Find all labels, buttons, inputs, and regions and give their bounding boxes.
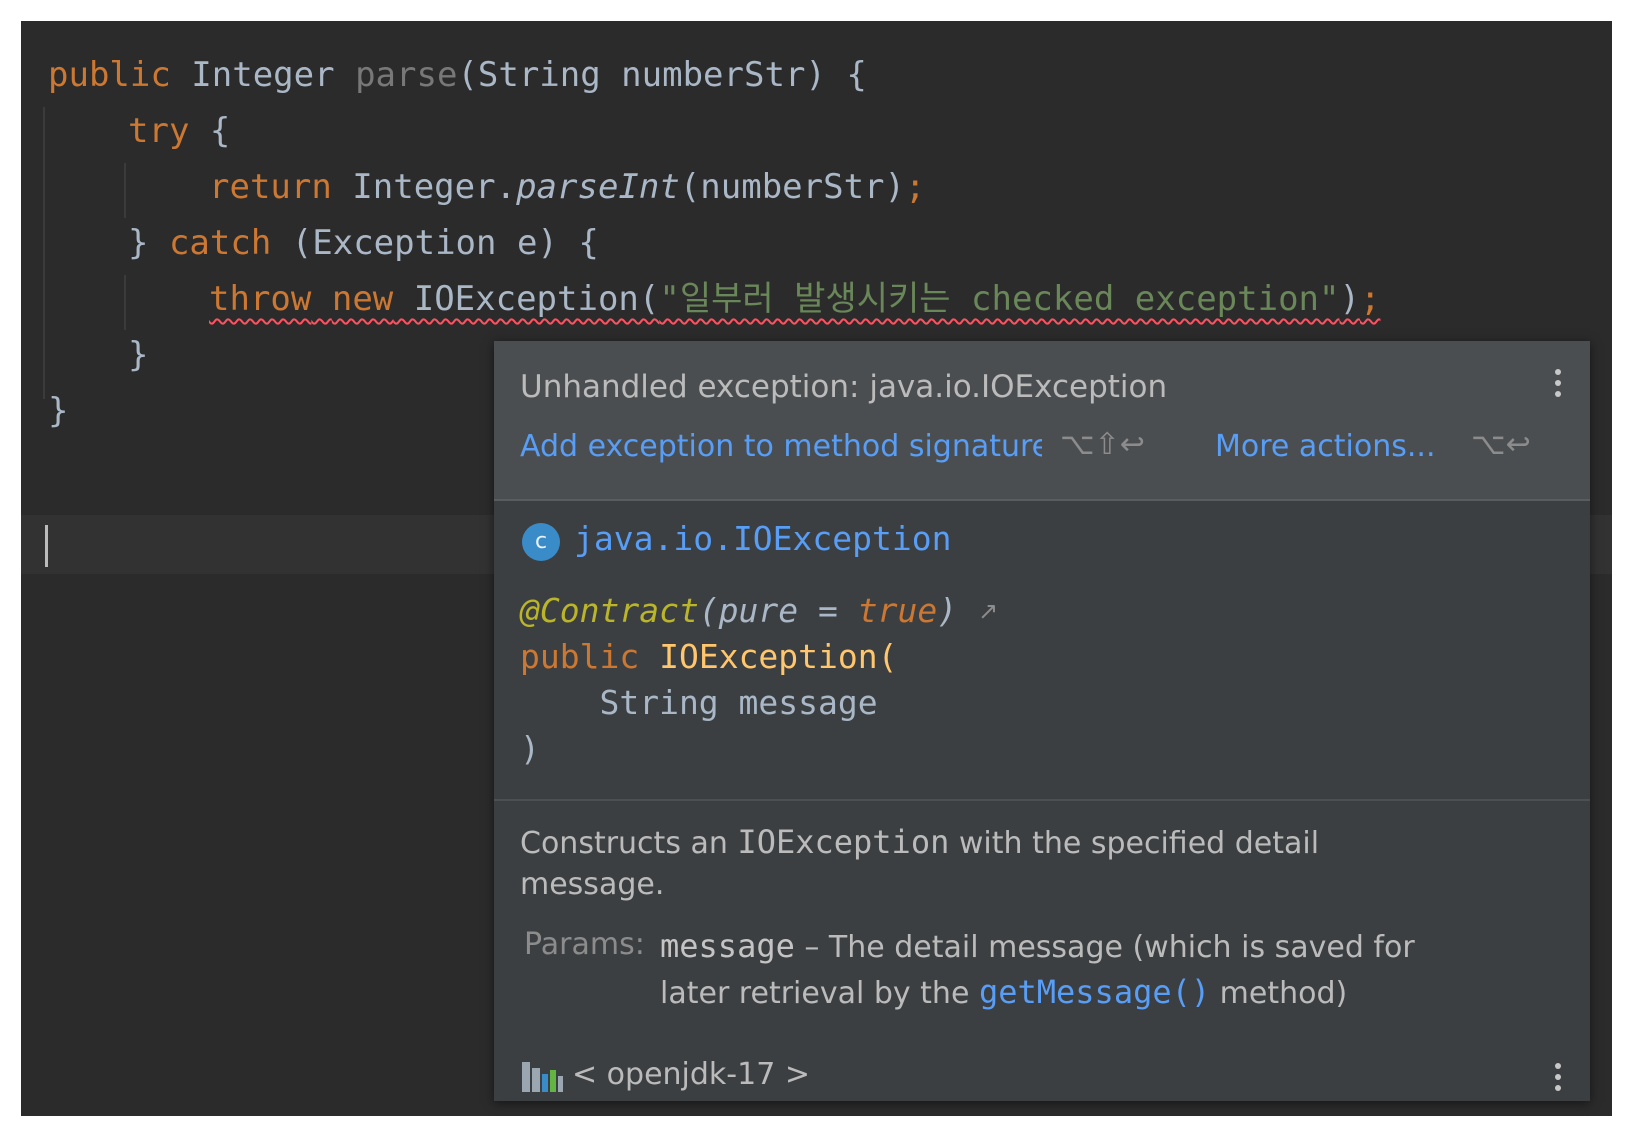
indent-guide [124,275,126,330]
external-link-icon[interactable]: ↗ [978,597,998,625]
class-icon: c [522,523,560,561]
fix-shortcut-hint: ⌥⇧↩ [1060,427,1145,462]
code-line-return[interactable]: return Integer.parseInt(numberStr); [209,158,925,216]
indent-guide [124,163,126,218]
constructor-signature: public IOException( [520,637,898,676]
param-description: message – The detail message (which is s… [660,927,1415,965]
add-exception-to-signature-link[interactable]: Add exception to method signature [520,429,1042,464]
description-text: Constructs an IOException with the speci… [520,823,1320,861]
code-line-throw-error[interactable]: throw new IOException("일부러 발생시키는 checked… [209,270,1380,328]
code-line-catch[interactable]: } catch (Exception e) { [128,214,599,272]
params-label: Params: [524,927,645,962]
contract-annotation: @Contract(pure = true) [520,591,958,630]
constructor-param: String message [520,683,878,722]
class-name-link[interactable]: java.io.IOException [574,519,952,558]
code-line-close-method[interactable]: } [48,382,68,440]
text-caret [45,525,48,567]
get-message-link[interactable]: getMessage() [979,973,1210,1011]
indent-guide [43,107,45,399]
doc-more-options-icon[interactable] [1554,1063,1562,1091]
more-options-icon[interactable] [1554,369,1562,397]
more-actions-shortcut-hint: ⌥↩ [1471,427,1531,462]
description-text-line2: message. [520,867,665,902]
library-name: < openjdk-17 > [572,1057,810,1092]
doc-signature-section: c java.io.IOException @Contract(pure = t… [494,501,1590,797]
code-line-close-catch[interactable]: } [128,326,148,384]
error-documentation-popup[interactable]: Unhandled exception: java.io.IOException… [494,341,1590,1101]
code-line-try[interactable]: try { [128,102,230,160]
constructor-close: ) [520,729,540,768]
error-highlight[interactable]: throw new IOException("일부러 발생시키는 checked… [209,279,1380,319]
param-description-line2: later retrieval by the getMessage() meth… [660,973,1348,1011]
code-line-method-signature[interactable]: public Integer parse(String numberStr) { [48,46,867,104]
library-icon [522,1062,563,1092]
doc-description-section: Constructs an IOException with the speci… [494,799,1590,1103]
more-actions-link[interactable]: More actions... [1215,429,1436,464]
popup-header: Unhandled exception: java.io.IOException… [494,341,1590,501]
error-message: Unhandled exception: java.io.IOException [520,369,1168,405]
